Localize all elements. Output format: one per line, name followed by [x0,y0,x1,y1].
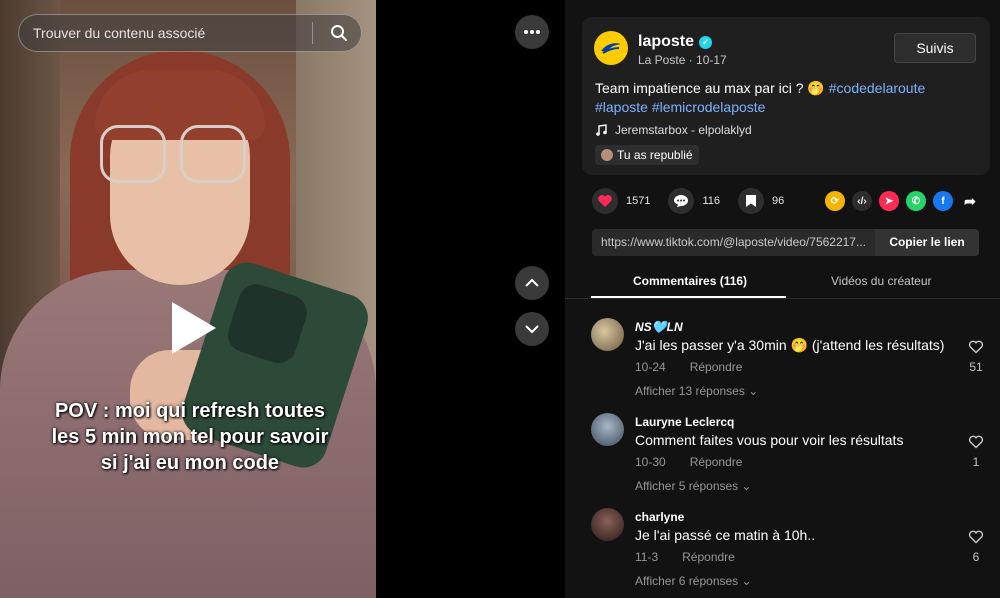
view-replies-button[interactable]: Afficher 13 réponses ⌄ [635,384,758,398]
laposte-logo-avatar[interactable] [594,31,628,65]
avatar[interactable] [591,318,624,351]
post-description: Team impatience au max par ici ? 🤭 #code… [595,79,975,117]
comment-like-count: 51 [969,360,983,374]
view-replies-label: Afficher 5 réponses [635,479,739,493]
author-subtitle: La Poste · 10-17 [638,53,727,67]
comment-text: Je l'ai passé ce matin à 10h.. [635,527,816,543]
comment-author[interactable]: Lauryne Leclercq [635,415,734,429]
bookmark-icon[interactable] [738,188,765,214]
post-description-text: Team impatience au max par ici ? 🤭 [595,80,829,96]
facebook-icon[interactable]: f [933,191,953,211]
music-title: Jeremstarbox - elpolaklyd [615,123,752,137]
reply-button[interactable]: Répondre [682,550,735,564]
more-options-button[interactable] [515,15,549,49]
share-buttons: ⟳ ‹/› ➤ ✆ f ➦ [825,191,980,211]
embed-code-icon[interactable]: ‹/› [852,191,872,211]
comment-like-heart-icon[interactable] [966,340,986,359]
comment-meta: 11-3 Répondre [635,550,759,564]
comment-date: 10-30 [635,455,666,469]
chevron-down-icon: ⌄ [741,479,752,493]
copy-link-button[interactable]: Copier le lien [875,229,979,256]
avatar[interactable] [591,508,624,541]
reply-button[interactable]: Répondre [690,360,743,374]
video-player[interactable]: Trouver du contenu associé POV : moi qui… [0,0,376,598]
repost-label: Tu as republié [617,148,693,162]
whatsapp-icon[interactable]: ✆ [906,191,926,211]
repost-badge[interactable]: Tu as republié [595,145,699,165]
save-action[interactable]: 96 [738,188,784,214]
avatar[interactable] [591,413,624,446]
hashtags-laposte[interactable]: #laposte #lemicrodelaposte [595,99,765,115]
next-video-button[interactable] [515,312,549,346]
tab-comments[interactable]: Commentaires (116) [633,274,747,288]
laposte-bird-icon [601,43,621,54]
comment-date: 11-3 [635,550,659,564]
search-divider [312,22,313,44]
comment-like-heart-icon[interactable] [966,435,986,454]
send-direct-icon[interactable]: ➤ [879,191,899,211]
view-replies-button[interactable]: Afficher 6 réponses ⌄ [635,574,752,588]
repost-avatar [601,149,613,161]
play-icon[interactable] [172,302,216,354]
active-tab-indicator [591,296,786,298]
chevron-down-icon: ⌄ [741,574,752,588]
search-icon[interactable] [323,17,355,49]
music-note-icon [596,124,607,136]
chevron-down-icon [525,325,539,334]
comment-text: J'ai les passer y'a 30min 🤭 (j'attend le… [635,337,945,353]
repost-share-icon[interactable]: ⟳ [825,191,845,211]
comment-author[interactable]: NS🩵LN [635,320,683,334]
related-search-input[interactable]: Trouver du contenu associé [18,14,362,52]
engagement-actions: 1571 116 96 [592,188,802,214]
comment-like-heart-icon[interactable] [966,530,986,549]
like-count: 1571 [626,195,651,207]
comment-text: Comment faites vous pour voir les résult… [635,432,904,448]
view-replies-label: Afficher 6 réponses [635,574,739,588]
like-action[interactable]: 1571 [592,188,650,214]
reply-button[interactable]: Répondre [690,455,743,469]
comment-like-count: 1 [972,455,980,469]
video-person-glasses [100,125,250,185]
ellipsis-icon [524,30,540,34]
comment-action[interactable]: 116 [668,188,720,214]
previous-video-button[interactable] [515,266,549,300]
chevron-down-icon: ⌄ [748,384,759,398]
heart-icon[interactable] [592,188,618,214]
comment-date: 10-24 [635,360,666,374]
view-replies-button[interactable]: Afficher 5 réponses ⌄ [635,479,752,493]
music-info[interactable]: Jeremstarbox - elpolaklyd [595,123,752,137]
author-username-row[interactable]: laposte ✓ [638,33,713,51]
follow-button[interactable]: Suivis [894,33,976,63]
tab-creator-videos[interactable]: Vidéos du créateur [831,274,932,288]
comment-meta: 10-24 Répondre [635,360,766,374]
comment-like-count: 6 [972,550,980,564]
author-username[interactable]: laposte [638,33,694,51]
comment-author[interactable]: charlyne [635,510,684,524]
share-link-bar: https://www.tiktok.com/@laposte/video/75… [592,229,979,256]
save-count: 96 [772,195,785,207]
share-arrow-icon[interactable]: ➦ [960,191,980,211]
view-replies-label: Afficher 13 réponses [635,384,745,398]
details-panel: laposte ✓ La Poste · 10-17 Suivis Team i… [565,0,1000,598]
video-caption: POV : moi qui refresh toutes les 5 min m… [51,400,329,474]
search-placeholder: Trouver du contenu associé [33,25,206,41]
comment-count: 116 [702,195,721,207]
app-root: Trouver du contenu associé POV : moi qui… [0,0,1000,598]
comment-meta: 10-30 Répondre [635,455,766,469]
post-info-card: laposte ✓ La Poste · 10-17 Suivis Team i… [582,17,990,175]
comment-bubble-icon[interactable] [668,188,695,214]
share-url[interactable]: https://www.tiktok.com/@laposte/video/75… [592,229,875,256]
hashtag-codedelaroute[interactable]: #codedelaroute [829,80,926,96]
chevron-up-icon [525,278,539,287]
panel-tabs: Commentaires (116) Vidéos du créateur [565,266,1000,299]
verified-badge-icon: ✓ [699,35,713,49]
